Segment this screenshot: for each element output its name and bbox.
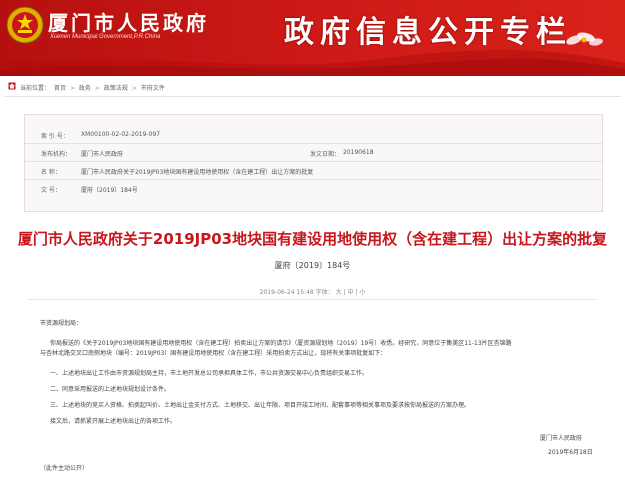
- font-small-button[interactable]: 小: [359, 289, 365, 296]
- name-label: 名 称：: [41, 169, 61, 176]
- info-row-index: 索 引 号： XM00100-02-02-2019-097: [25, 125, 602, 144]
- index-value: XM00100-02-02-2019-097: [81, 131, 161, 138]
- document-meta: 2019-06-24 15:48 字体： 大 | 中 | 小: [259, 289, 366, 296]
- breadcrumb-separator: >: [94, 85, 100, 92]
- font-large-button[interactable]: 大: [336, 289, 342, 296]
- national-emblem-icon[interactable]: [6, 6, 44, 44]
- index-label: 索 引 号：: [41, 133, 69, 140]
- info-row-org-date: 发布机构： 厦门市人民政府 发文日期： 20190618: [25, 143, 602, 162]
- info-row-docno: 文 号： 厦府〔2019〕184号: [25, 179, 602, 197]
- body-paragraph-1a: 你局报送的《关于2019JP03地块国有建设用地使用权（含在建工程）拍卖出让方案…: [50, 340, 512, 347]
- body-item-2: 二、同意采用报送的上述地块规划设计条件。: [50, 386, 171, 393]
- org-value: 厦门市人民政府: [81, 151, 124, 158]
- location-icon: [8, 82, 16, 90]
- docno-value: 厦府〔2019〕184号: [81, 187, 138, 194]
- document-title: 厦门市人民政府关于2019JP03地块国有建设用地使用权（含在建工程）出让方案的…: [17, 230, 608, 248]
- document-info-box: 索 引 号： XM00100-02-02-2019-097 发布机构： 厦门市人…: [24, 114, 603, 212]
- breadcrumb-separator: >: [69, 85, 75, 92]
- flower-decoration-icon: [566, 32, 603, 46]
- breadcrumb-item-municipal-documents[interactable]: 市府文件: [141, 85, 165, 92]
- info-row-name: 名 称： 厦门市人民政府关于2019JP03地块国有建设用地使用权（含在建工程）…: [25, 161, 602, 180]
- breadcrumb-item-policies[interactable]: 政策法规: [104, 85, 128, 92]
- document-number: 厦府〔2019〕184号: [274, 261, 351, 270]
- site-logo-subtitle: Xiamen Municipal Government,P.R.China: [50, 34, 161, 40]
- font-size-label: 字体：: [315, 289, 334, 296]
- signature-date: 2019年6月18日: [548, 449, 593, 456]
- date-value: 20190618: [343, 149, 374, 156]
- site-header: 厦门市人民政府 Xiamen Municipal Government,P.R.…: [0, 0, 625, 76]
- breadcrumb-item-government-affairs[interactable]: 政务: [79, 85, 91, 92]
- publish-time: 2019-06-24 15:48: [259, 289, 314, 296]
- docno-label: 文 号：: [41, 187, 61, 194]
- breadcrumb: 当前位置： 首页 > 政务 > 政策法规 > 市府文件: [0, 80, 625, 94]
- body-item-1: 一、上述地块出让工作由市资源规划局主持，市土地开发总公司承担具体工作，市公共资源…: [50, 370, 369, 377]
- body-paragraph-1b: 与杏林北路交叉口南侧地块（编号：2019JP03）国有建设用地使用权（含在建工程…: [40, 350, 387, 357]
- breadcrumb-prefix: 当前位置：: [20, 85, 51, 92]
- site-logo-title[interactable]: 厦门市人民政府: [48, 7, 209, 36]
- salutation: 市资源规划局：: [40, 320, 83, 327]
- date-label: 发文日期：: [310, 151, 341, 158]
- breadcrumb-separator: >: [131, 85, 137, 92]
- name-value: 厦门市人民政府关于2019JP03地块国有建设用地使用权（含在建工程）出让方案的…: [81, 169, 314, 176]
- breadcrumb-divider: [4, 96, 621, 97]
- banner-title: 政府信息公开专栏: [284, 15, 572, 50]
- body-closing: 接文后，请抓紧开展上述地块出让的各项工作。: [50, 418, 177, 425]
- font-medium-button[interactable]: 中: [347, 289, 353, 296]
- body-item-3: 三、上述地块的竞买人资格、拍卖起叫价、土地出让金支付方式、土地移交、出让年限、项…: [50, 402, 471, 409]
- meta-divider: [28, 299, 597, 300]
- org-label: 发布机构：: [41, 151, 72, 158]
- signature-organization: 厦门市人民政府: [540, 435, 583, 442]
- public-disclosure-note: （此件主动公开）: [40, 465, 89, 472]
- breadcrumb-item-home[interactable]: 首页: [54, 85, 66, 92]
